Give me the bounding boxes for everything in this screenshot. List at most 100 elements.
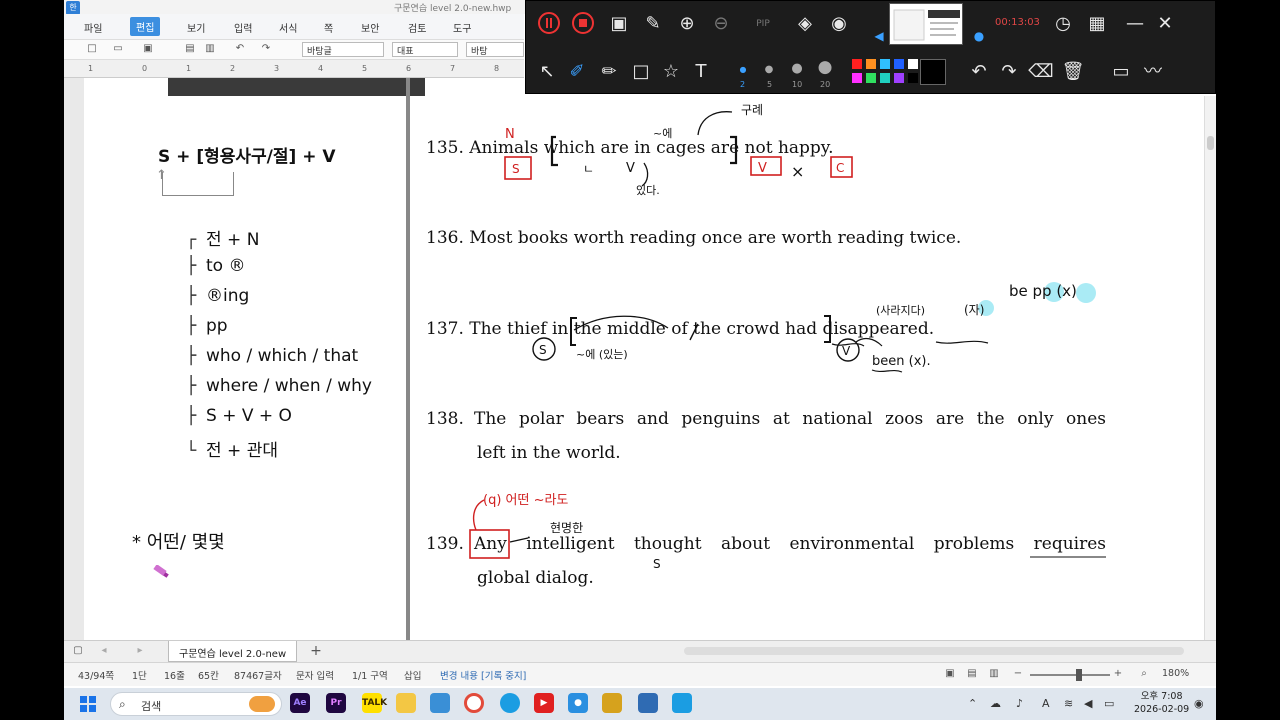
print-icon[interactable]: ▤ <box>184 43 196 55</box>
screen-recorder-icon[interactable]: ● <box>568 693 588 713</box>
color-swatch[interactable] <box>880 59 890 69</box>
pen-icon[interactable]: ✐ <box>564 59 590 85</box>
minimize-icon[interactable]: — <box>1122 11 1148 37</box>
menu-file[interactable]: 파일 <box>84 20 102 35</box>
edit-pencil-icon[interactable]: ✎ <box>640 11 666 37</box>
menu-review[interactable]: 검토 <box>408 20 426 35</box>
zoom-out-icon[interactable]: − <box>1012 668 1024 680</box>
right-page[interactable] <box>410 96 1206 640</box>
screenshot-icon[interactable]: ▣ <box>606 11 632 37</box>
eraser-icon[interactable]: ⌫ <box>1028 59 1054 85</box>
cursor-arrow-icon[interactable]: ↖ <box>534 59 560 85</box>
undo-icon[interactable]: ↶ <box>966 59 992 85</box>
rectangle-icon[interactable]: □ <box>628 59 654 85</box>
tab-document[interactable]: 구문연습 level 2.0-new <box>168 641 298 662</box>
language-select[interactable]: 대표 <box>392 42 458 57</box>
record-stop-icon[interactable] <box>570 11 596 37</box>
tray-battery-icon[interactable]: ▭ <box>1104 697 1114 710</box>
tab-list-icon[interactable]: ▢ <box>72 645 84 657</box>
hwp-app-icon[interactable] <box>602 693 622 713</box>
color-swatch[interactable] <box>908 59 918 69</box>
tray-chevron-icon[interactable]: ⌃ <box>968 697 977 710</box>
microphone-icon[interactable]: ● <box>966 23 992 49</box>
chrome-icon[interactable] <box>464 693 484 713</box>
view-mode-icon[interactable]: ▣ <box>944 668 956 680</box>
files-icon[interactable] <box>430 693 450 713</box>
taskbar-search[interactable]: ⌕ 검색 <box>110 692 282 716</box>
menu-format[interactable]: 서식 <box>279 20 297 35</box>
pip-icon[interactable]: PIP <box>750 11 776 37</box>
color-swatch[interactable] <box>852 59 862 69</box>
tray-cloud-icon[interactable]: ☁ <box>990 697 1001 710</box>
color-swatch[interactable] <box>866 59 876 69</box>
selected-color[interactable] <box>920 59 946 85</box>
redo-icon[interactable]: ↷ <box>996 59 1022 85</box>
vertical-scrollbar[interactable] <box>1204 96 1216 640</box>
menu-insert[interactable]: 입력 <box>234 20 252 35</box>
kakaotalk-icon[interactable]: TALK <box>362 693 387 713</box>
edge-icon[interactable] <box>500 693 520 713</box>
zoom-out-icon[interactable]: ⊖ <box>708 11 734 37</box>
tray-mic-icon[interactable]: ♪ <box>1016 697 1023 710</box>
open-folder-icon[interactable]: ▭ <box>112 43 124 55</box>
settings-icon[interactable]: ▦ <box>1084 11 1110 37</box>
color-swatch[interactable] <box>852 73 862 83</box>
status-page[interactable]: 43/94쪽 <box>78 668 114 682</box>
horizontal-ruler[interactable]: 1 0 1 2 3 4 5 6 7 8 <box>64 60 524 78</box>
zoom-in-icon[interactable]: + <box>1112 668 1124 680</box>
record-pause-icon[interactable] <box>536 11 562 37</box>
color-swatch[interactable] <box>866 73 876 83</box>
tab-next-icon[interactable]: ▸ <box>134 645 146 657</box>
premiere-icon[interactable]: Pr <box>326 693 346 713</box>
eye-icon[interactable]: ◉ <box>826 11 852 37</box>
hancom-office-icon[interactable] <box>638 693 658 713</box>
new-doc-icon[interactable]: □ <box>86 43 98 55</box>
color-swatch[interactable] <box>894 59 904 69</box>
menu-edit[interactable]: 편집 <box>130 17 161 36</box>
size-10-dot[interactable]: ● <box>784 56 810 82</box>
zoom-slider[interactable] <box>1030 674 1110 676</box>
close-icon[interactable]: ✕ <box>1152 11 1178 37</box>
status-zoom[interactable]: 180% <box>1162 668 1189 679</box>
color-swatch[interactable] <box>894 73 904 83</box>
windows-start-icon[interactable] <box>80 696 96 712</box>
file-explorer-icon[interactable] <box>396 693 416 713</box>
tray-wifi-icon[interactable]: ≋ <box>1064 697 1073 710</box>
app-icon[interactable] <box>672 693 692 713</box>
timer-icon[interactable]: ◷ <box>1050 11 1076 37</box>
horizontal-scrollbar[interactable] <box>684 647 1184 655</box>
notification-bell-icon[interactable]: ◉ <box>1194 697 1204 710</box>
scrollbar-thumb[interactable] <box>1207 136 1214 150</box>
preview-icon[interactable]: ▥ <box>204 43 216 55</box>
menu-security[interactable]: 보안 <box>361 20 379 35</box>
new-tab-icon[interactable]: + <box>310 644 322 658</box>
after-effects-icon[interactable]: Ae <box>290 693 310 713</box>
trash-icon[interactable]: 🗑 <box>1060 59 1086 85</box>
text-icon[interactable]: T <box>688 59 714 85</box>
font-select[interactable]: 바탕 <box>466 42 524 57</box>
menu-tools[interactable]: 도구 <box>453 20 471 35</box>
zoom-in-icon[interactable]: ⊕ <box>674 11 700 37</box>
undo-icon[interactable]: ↶ <box>234 43 246 55</box>
size-20-dot[interactable]: ● <box>812 54 838 80</box>
zoom-fit-icon[interactable]: ⌕ <box>1138 668 1150 680</box>
menu-page[interactable]: 쪽 <box>324 20 333 35</box>
color-swatch[interactable] <box>880 73 890 83</box>
youtube-icon[interactable]: ▶ <box>534 693 554 713</box>
taskbar-clock[interactable]: 오후 7:08 2026-02-09 <box>1134 690 1189 716</box>
status-insert[interactable]: 삽입 <box>404 668 421 682</box>
tab-prev-icon[interactable]: ◂ <box>98 645 110 657</box>
star-icon[interactable]: ☆ <box>658 59 684 85</box>
tray-language[interactable]: A <box>1042 697 1050 710</box>
view-mode-icon[interactable]: ▤ <box>966 668 978 680</box>
style-select[interactable]: 바탕글 <box>302 42 384 57</box>
status-track-changes[interactable]: 변경 내용 [기록 중지] <box>440 668 526 682</box>
tray-volume-icon[interactable]: ◀ <box>1084 697 1092 710</box>
zoom-slider-handle[interactable] <box>1076 669 1082 681</box>
redo-icon[interactable]: ↷ <box>260 43 272 55</box>
status-mode[interactable]: 문자 입력 <box>296 668 334 682</box>
whiteboard-icon[interactable]: ▭ <box>1108 59 1134 85</box>
menu-view[interactable]: 보기 <box>187 20 205 35</box>
save-icon[interactable]: ▣ <box>142 43 154 55</box>
color-swatch[interactable] <box>908 73 918 83</box>
